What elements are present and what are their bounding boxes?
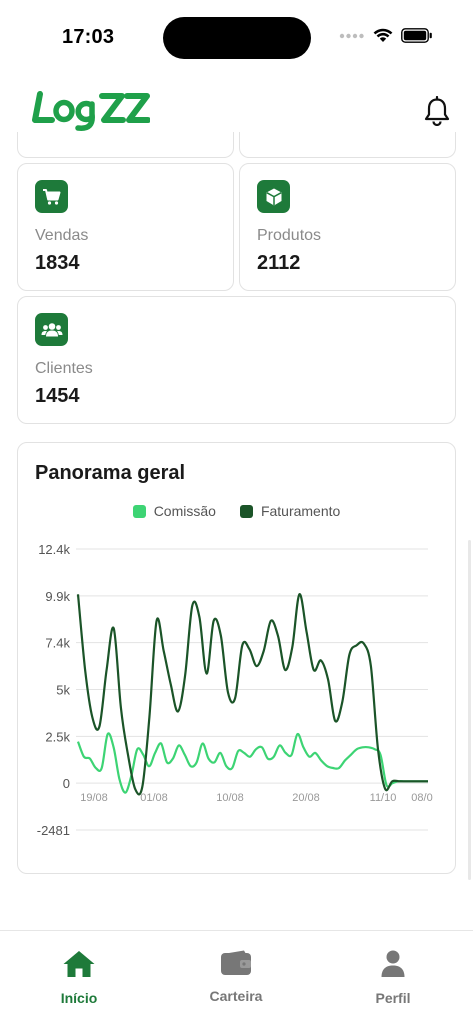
logozz-logo <box>32 90 151 137</box>
x-tick-label: 08/0 <box>411 792 432 804</box>
stat-label: Clientes <box>35 360 93 377</box>
x-tick-label: 10/08 <box>216 792 244 804</box>
tab-label: Início <box>60 990 98 1006</box>
tab-label: Carteira <box>209 988 263 1004</box>
notifications-bell-icon[interactable] <box>423 95 451 131</box>
series-line-faturamento <box>76 593 428 796</box>
tab-carteira[interactable]: Carteira <box>176 949 296 1004</box>
status-time: 17:03 <box>62 26 115 48</box>
cart-icon <box>35 180 68 213</box>
stat-card-partial <box>239 132 456 158</box>
y-tick-label: 7.4k <box>45 636 70 651</box>
x-tick-label: 11/10 <box>370 792 397 804</box>
status-indicators <box>339 28 433 43</box>
bottom-tab-bar: Início Carteira Perfil <box>0 930 473 1024</box>
dynamic-island <box>163 17 311 59</box>
y-tick-label: 0 <box>63 776 70 791</box>
wifi-icon <box>373 28 393 42</box>
stat-card-produtos[interactable]: Produtos 2112 <box>239 163 456 291</box>
x-tick-label: 01/08 <box>140 792 168 804</box>
chart-card-panorama: Panorama geral Comissão Faturamento 12.4… <box>17 442 456 874</box>
box-icon <box>257 180 290 213</box>
stat-value: 1454 <box>35 385 80 407</box>
x-tick-label: 20/08 <box>292 792 320 804</box>
line-chart: 12.4k 9.9k 7.4k 5k 2.5k 0 -2481 19/08 01/08 10/08… <box>37 542 433 838</box>
stat-value: 2112 <box>257 252 301 274</box>
users-icon <box>35 313 68 346</box>
y-tick-label: 12.4k <box>38 542 70 557</box>
stat-value: 1834 <box>35 252 80 274</box>
wallet-icon <box>221 950 251 975</box>
stat-label: Produtos <box>257 227 322 244</box>
stat-label: Vendas <box>35 227 89 244</box>
signal-icon <box>339 33 364 38</box>
status-bar: 17:03 <box>0 0 473 76</box>
stat-card-clientes[interactable]: Clientes 1454 <box>17 296 456 424</box>
y-tick-label: 9.9k <box>45 589 70 604</box>
scrollbar-thumb[interactable] <box>468 540 471 880</box>
stat-card-partial <box>17 132 234 158</box>
person-icon <box>381 950 405 977</box>
tab-inicio[interactable]: Início <box>19 949 139 1006</box>
y-tick-label: 5k <box>56 682 70 697</box>
battery-icon <box>401 28 432 43</box>
home-icon <box>63 951 95 977</box>
tab-perfil[interactable]: Perfil <box>333 949 453 1006</box>
tab-label: Perfil <box>375 990 411 1006</box>
x-tick-label: 19/08 <box>80 792 108 804</box>
y-tick-label: 2.5k <box>45 729 70 744</box>
stat-card-vendas[interactable]: Vendas 1834 <box>17 163 234 291</box>
y-tick-label: -2481 <box>37 823 70 838</box>
